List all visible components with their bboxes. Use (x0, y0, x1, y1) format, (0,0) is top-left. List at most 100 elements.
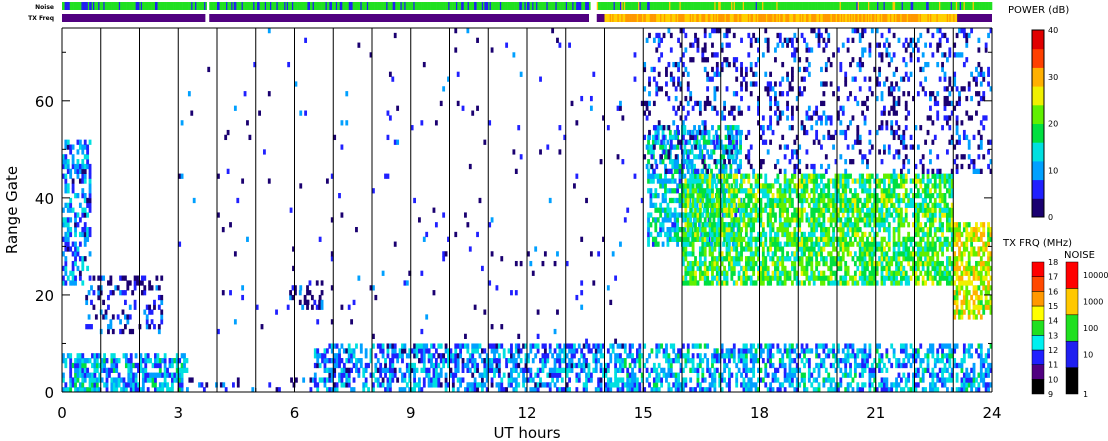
echo-cell (870, 173, 874, 179)
echo-cell (769, 226, 773, 233)
echo-cell (708, 222, 712, 228)
echo-cell (713, 86, 717, 92)
echo-cell (359, 343, 363, 349)
echo-cell (926, 188, 930, 194)
echo-cell (982, 280, 986, 286)
echo-cell (173, 377, 177, 383)
echo-cell (711, 246, 714, 252)
echo-cell (938, 270, 942, 276)
echo-cell (473, 382, 477, 388)
echo-cell (517, 343, 521, 349)
echo-cell (730, 231, 734, 238)
echo-cell (786, 207, 789, 213)
echo-cell (684, 47, 688, 53)
echo-cell (442, 358, 446, 364)
echo-cell (807, 236, 811, 242)
echo-cell (713, 28, 717, 34)
echo-cell (817, 197, 821, 204)
echo-cell (781, 226, 785, 233)
echo-cell (883, 212, 886, 218)
echo-cell (730, 149, 734, 155)
echo-cell (744, 265, 748, 272)
echo-cell (81, 178, 85, 184)
echo-cell (744, 280, 748, 286)
echo-cell (919, 256, 923, 262)
echo-cell (729, 154, 733, 160)
echo-cell (677, 61, 680, 68)
echo-cell (456, 367, 460, 373)
echo-cell (119, 319, 122, 325)
echo-cell (803, 246, 806, 252)
echo-cell (936, 193, 940, 199)
echo-cell (560, 348, 564, 354)
echo-cell (938, 222, 942, 228)
echo-cell (268, 382, 272, 388)
echo-cell (306, 285, 309, 291)
echo-cell (851, 280, 855, 286)
echo-cell (706, 207, 710, 213)
echo-cell (657, 343, 661, 349)
echo-cell (866, 212, 869, 218)
echo-cell (69, 207, 73, 213)
echo-cell (662, 134, 666, 141)
echo-cell (921, 358, 925, 364)
echo-cell (744, 260, 748, 267)
echo-cell (676, 144, 680, 150)
echo-cell (945, 246, 949, 252)
echo-cell (812, 207, 816, 213)
echo-cell (669, 367, 673, 373)
echo-cell (902, 256, 906, 262)
echo-cell (897, 207, 901, 213)
echo-cell (715, 61, 719, 68)
echo-cell (962, 222, 966, 228)
echo-cell (931, 202, 935, 208)
echo-cell (698, 110, 702, 116)
echo-cell (902, 178, 906, 184)
echo-cell (71, 241, 75, 247)
echo-cell (676, 212, 680, 218)
echo-cell (133, 280, 137, 286)
echo-cell (853, 197, 857, 204)
echo-cell (401, 353, 404, 359)
echo-cell (897, 202, 901, 208)
echo-cell (647, 178, 650, 184)
echo-cell (701, 120, 705, 126)
echo-cell (64, 159, 68, 165)
echo-cell (425, 348, 429, 354)
echo-cell (810, 222, 814, 228)
echo-cell (391, 372, 395, 378)
echo-cell (919, 343, 923, 349)
echo-cell (764, 270, 768, 276)
echo-cell (437, 353, 441, 359)
echo-cell (778, 270, 782, 276)
echo-cell (805, 358, 809, 364)
echo-cell (929, 188, 932, 194)
echo-cell (148, 285, 152, 291)
echo-cell (778, 197, 782, 204)
echo-cell (466, 358, 470, 364)
echo-cell (657, 71, 661, 77)
echo-cell (979, 280, 983, 286)
echo-cell (128, 304, 132, 310)
echo-cell (703, 42, 707, 48)
echo-cell (962, 251, 966, 257)
echo-cell (454, 343, 458, 349)
echo-cell (945, 241, 949, 247)
echo-cell (422, 358, 426, 364)
echo-cell (803, 348, 806, 354)
echo-cell (907, 222, 911, 228)
echo-cell (633, 362, 637, 369)
echo-cell (655, 377, 659, 383)
echo-cell (972, 275, 976, 281)
echo-cell (313, 372, 317, 378)
echo-cell (861, 362, 865, 369)
echo-cell (64, 178, 68, 184)
echo-cell (648, 76, 651, 82)
echo-cell (793, 372, 797, 378)
echo-cell (110, 358, 114, 364)
echo-cell (979, 372, 983, 378)
echo-cell (970, 382, 974, 388)
echo-cell (793, 207, 797, 213)
echo-cell (870, 246, 874, 252)
echo-cell (713, 178, 717, 184)
